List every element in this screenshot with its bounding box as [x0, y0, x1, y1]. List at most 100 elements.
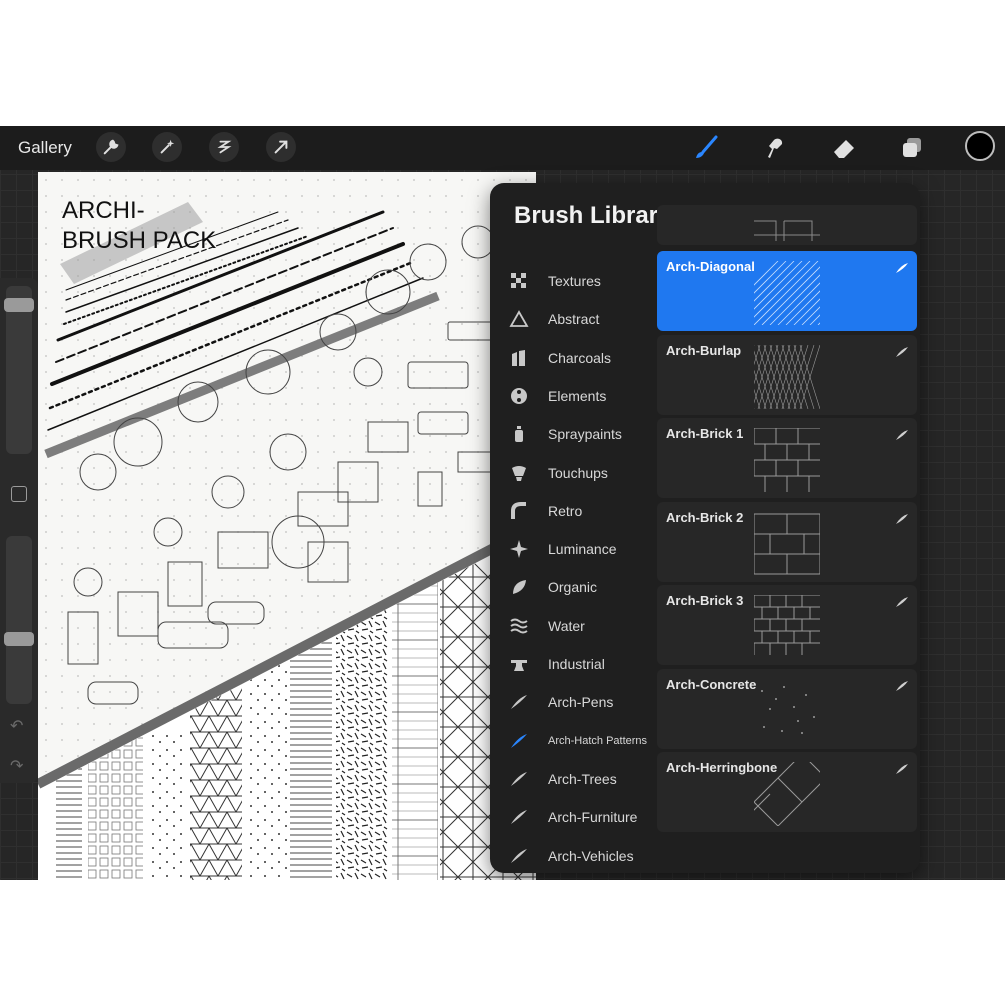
redo-icon[interactable]: ↷: [10, 756, 23, 776]
procreate-app: Gallery ↶ ↷ ARCHI- BRUSH PACK Brush Libr…: [0, 126, 1005, 880]
brush-set-item[interactable]: Organic: [490, 569, 655, 605]
abstract-icon: [508, 308, 530, 330]
actions-button[interactable]: [96, 132, 126, 162]
brush-set-item[interactable]: Arch-Pens: [490, 684, 655, 720]
elements-icon: [508, 385, 530, 407]
drawing-canvas[interactable]: ARCHI- BRUSH PACK: [38, 172, 536, 880]
brush-source-icon: [895, 428, 909, 440]
brush-set-item[interactable]: Luminance: [490, 531, 655, 567]
brush-set-item[interactable]: Elements: [490, 378, 655, 414]
brush-row[interactable]: Arch-Concrete: [657, 669, 917, 749]
eraser-tool[interactable]: [828, 132, 860, 164]
gallery-button[interactable]: Gallery: [18, 138, 72, 158]
brush-source-icon: [895, 261, 909, 273]
touchups-icon: [508, 462, 530, 484]
modify-button[interactable]: [11, 486, 27, 502]
brush-set-label: Arch-Furniture: [548, 809, 638, 826]
brush-set-label: Charcoals: [548, 349, 612, 366]
brush-row[interactable]: Arch-Brick 2: [657, 502, 917, 582]
brush-set-item[interactable]: Arch-Vehicles: [490, 838, 655, 874]
custom-brush-set-icon: [508, 730, 530, 752]
opacity-slider[interactable]: [4, 536, 34, 704]
brush-set-label: Arch-Vehicles: [548, 847, 634, 864]
brush-row-partial[interactable]: [657, 205, 917, 245]
spraypaints-icon: [508, 423, 530, 445]
brush-source-icon: [895, 512, 909, 524]
brush-set-item[interactable]: Textures: [490, 263, 655, 299]
adjustments-button[interactable]: [152, 132, 182, 162]
brush-set-label: Touchups: [548, 464, 608, 481]
brush-library-title: Brush Library: [514, 202, 672, 229]
brush-row[interactable]: Arch-Diagonal: [657, 251, 917, 331]
brush-set-item[interactable]: Charcoals: [490, 340, 655, 376]
brush-set-item[interactable]: Spraypaints: [490, 416, 655, 452]
brush-stroke-preview: [733, 344, 821, 410]
brush-stroke-preview: [753, 594, 820, 659]
brush-name: Arch-Brick 2: [666, 510, 744, 525]
brush-source-icon: [895, 345, 909, 357]
brush-list: Arch-Diagonal Arch-Burlap Arch-Brick 1 Arch…: [657, 205, 917, 873]
selection-button[interactable]: [209, 132, 239, 162]
brush-set-label: Retro: [548, 502, 583, 519]
canvas-title-line1: ARCHI-: [62, 197, 145, 224]
brush-size-thumb[interactable]: [4, 298, 34, 312]
brush-row[interactable]: Arch-Herringbone: [657, 752, 917, 832]
brush-tool[interactable]: [690, 132, 722, 164]
water-icon: [508, 615, 530, 637]
brush-set-item[interactable]: Arch-Hatch Patterns: [490, 723, 655, 759]
brush-set-item[interactable]: Abstract: [490, 301, 655, 337]
brush-set-label: Spraypaints: [548, 426, 622, 443]
brush-source-icon: [895, 595, 909, 607]
brush-stroke-preview: [753, 512, 821, 576]
canvas-title-line2: BRUSH PACK: [62, 227, 216, 254]
selection-icon: [217, 140, 232, 154]
brush-row[interactable]: Arch-Brick 1: [657, 418, 917, 498]
undo-icon[interactable]: ↶: [10, 716, 23, 736]
brush-set-item[interactable]: Retro: [490, 493, 655, 529]
brush-set-label: Textures: [548, 273, 601, 289]
textures-icon: [508, 270, 530, 292]
brush-stroke-preview: [754, 220, 820, 241]
brush-set-label: Organic: [548, 579, 598, 596]
brush-set-item[interactable]: Touchups: [490, 455, 655, 491]
opacity-thumb[interactable]: [4, 632, 34, 646]
brush-set-label: Abstract: [548, 311, 600, 328]
custom-brush-set-icon: [508, 691, 530, 713]
brush-size-slider[interactable]: [4, 286, 34, 454]
canvas-artwork: ARCHI- BRUSH PACK: [38, 172, 536, 880]
transform-button[interactable]: [266, 132, 296, 162]
brush-set-item[interactable]: Arch-Furniture: [490, 799, 655, 835]
brush-set-item[interactable]: Arch-Trees: [490, 761, 655, 797]
brush-name: Arch-Concrete: [666, 677, 757, 692]
charcoals-icon: [508, 347, 530, 369]
top-toolbar: Gallery: [0, 126, 1005, 170]
brush-set-label: Industrial: [548, 656, 605, 672]
industrial-icon: [508, 653, 530, 675]
smudge-icon: [768, 138, 783, 158]
brush-source-icon: [895, 762, 909, 774]
brush-row[interactable]: Arch-Brick 3: [657, 585, 917, 665]
left-sidebar: ↶ ↷: [0, 278, 38, 783]
brush-name: Arch-Brick 1: [666, 426, 744, 441]
layers-tool[interactable]: [896, 132, 928, 164]
brush-row[interactable]: Arch-Burlap: [657, 335, 917, 415]
brush-set-label: Arch-Pens: [548, 694, 614, 711]
brush-set-label: Arch-Hatch Patterns: [548, 734, 648, 747]
brush-set-label: Arch-Trees: [548, 770, 617, 787]
wrench-icon: [103, 139, 119, 155]
brush-name: Arch-Burlap: [666, 343, 742, 358]
magic-wand-icon: [160, 139, 175, 154]
brush-stroke-preview: [753, 427, 820, 492]
brush-set-label: Water: [548, 617, 585, 634]
brush-set-item[interactable]: Industrial: [490, 646, 655, 682]
custom-brush-set-icon: [508, 806, 530, 828]
brush-name: Arch-Diagonal: [666, 259, 755, 274]
brush-library-panel: Brush Library + TexturesAbstractCharcoal…: [490, 183, 920, 873]
brush-set-item[interactable]: Water: [490, 608, 655, 644]
transform-arrow-icon: [274, 140, 288, 154]
smudge-tool[interactable]: [758, 132, 790, 164]
brush-set-label: Luminance: [548, 541, 617, 558]
color-picker-button[interactable]: [965, 131, 995, 161]
custom-brush-set-icon: [508, 845, 530, 867]
brush-set-label: Elements: [548, 387, 607, 404]
